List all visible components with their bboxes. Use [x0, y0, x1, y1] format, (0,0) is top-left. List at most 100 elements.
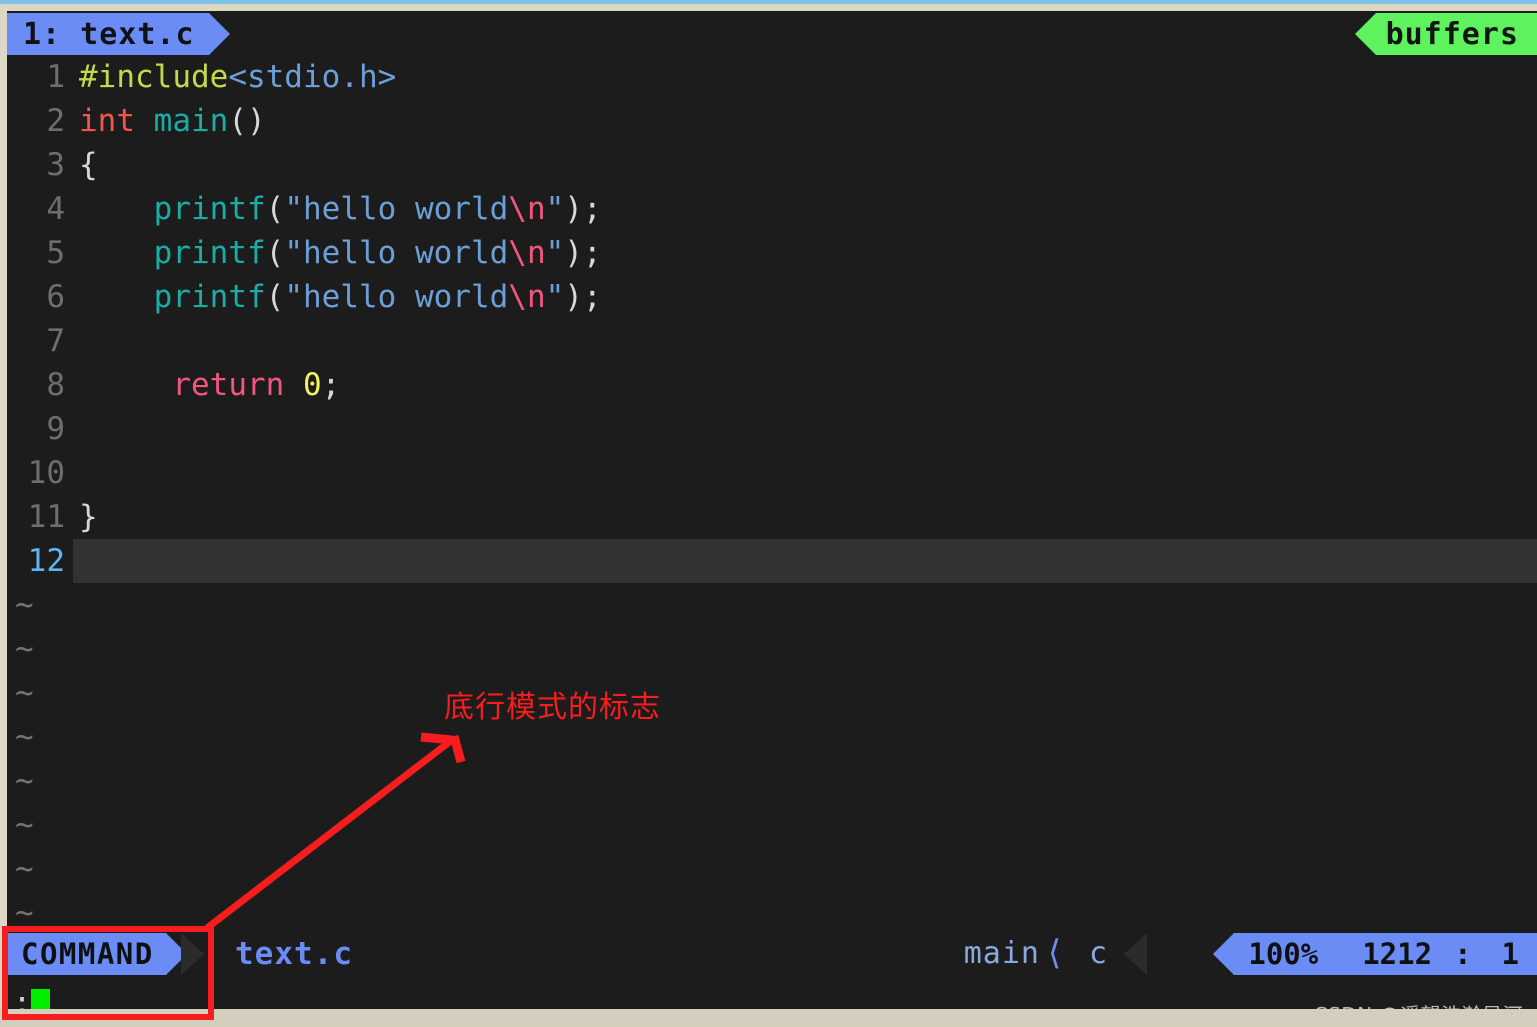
status-line-number: 1212: [1362, 937, 1433, 971]
status-percent: 100%: [1248, 937, 1319, 971]
code-line[interactable]: 3{: [7, 143, 1537, 187]
code-line[interactable]: 2 int main(): [7, 99, 1537, 143]
code-token: );: [564, 235, 602, 271]
window-bottom-frame: [0, 1009, 1537, 1027]
tabline: 1: text.c buffers: [7, 11, 1537, 55]
code-token: main: [153, 103, 229, 139]
screenshot-root: 1: text.c buffers 1 #include<stdio.h> 2 int…: [0, 0, 1537, 1027]
code-token: (: [265, 279, 285, 315]
vim-window: 1: text.c buffers 1 #include<stdio.h> 2 int…: [7, 11, 1537, 1009]
code-token: (: [265, 235, 285, 271]
code-line[interactable]: 8 return 0;: [7, 363, 1537, 407]
tab-buffers[interactable]: buffers: [1354, 13, 1537, 55]
code-line-text: }: [73, 495, 98, 539]
tab-buffers-label: buffers: [1385, 16, 1519, 52]
code-line[interactable]: 12: [7, 539, 1537, 583]
code-line-text: printf("hello world\n");: [73, 275, 602, 319]
code-line[interactable]: 1 #include<stdio.h>: [7, 55, 1537, 99]
command-line-cursor: [31, 989, 50, 1009]
line-number: 10: [27, 455, 65, 491]
command-prompt-colon: :: [13, 986, 32, 1009]
code-token: ": [545, 235, 565, 271]
line-number: 7: [46, 323, 65, 359]
code-token: printf: [153, 279, 266, 315]
code-token: printf: [153, 191, 266, 227]
code-editor-area[interactable]: 1 #include<stdio.h> 2 int main() 3{4 printf(…: [7, 55, 1537, 931]
code-line-text: {: [73, 143, 98, 187]
line-number: 5: [46, 235, 65, 271]
status-function-name: main: [963, 936, 1040, 971]
code-line[interactable]: 11}: [7, 495, 1537, 539]
code-token: "hello world: [284, 235, 509, 271]
code-token: <stdio.h>: [228, 59, 397, 95]
watermark-text: CSDN @遥望浩瀚星河: [1314, 999, 1523, 1009]
line-number: 9: [46, 411, 65, 447]
code-token: {: [79, 147, 98, 183]
line-number: 8: [46, 367, 65, 403]
window-top-frame: [0, 4, 1537, 11]
status-line: COMMAND text.c main ⟨ c 100% 1212 : 1: [7, 929, 1537, 977]
code-line[interactable]: 5 printf("hello world\n");: [7, 231, 1537, 275]
code-token: #include: [79, 59, 229, 95]
line-number: 11: [27, 499, 65, 535]
line-number: 1: [46, 59, 65, 95]
code-line[interactable]: 9: [7, 407, 1537, 451]
code-line[interactable]: 4 printf("hello world\n");: [7, 187, 1537, 231]
code-token: }: [79, 499, 98, 535]
code-line[interactable]: 10: [7, 451, 1537, 495]
status-filetype: c: [1088, 936, 1107, 971]
code-token: int: [79, 103, 154, 139]
code-token: (: [265, 191, 285, 227]
line-number: 3: [46, 147, 65, 183]
code-token: \n: [508, 191, 546, 227]
empty-line-marker: ~: [15, 631, 34, 667]
status-position-colon: :: [1454, 937, 1472, 971]
empty-line-marker: ~: [15, 851, 34, 887]
code-token: );: [564, 191, 602, 227]
code-line-text: #include<stdio.h>: [73, 55, 396, 99]
empty-line-marker: ~: [15, 763, 34, 799]
code-token: 0: [302, 367, 322, 403]
position-separator-chevron-icon: [1124, 933, 1147, 975]
mode-badge-label: COMMAND: [21, 937, 154, 971]
code-token: "hello world: [284, 279, 509, 315]
mode-separator-chevron-icon: [181, 933, 204, 975]
code-token: ;: [321, 367, 341, 403]
mode-badge: COMMAND: [7, 933, 187, 975]
code-token: (): [228, 103, 266, 139]
code-line[interactable]: 7: [7, 319, 1537, 363]
code-line[interactable]: 6 printf("hello world\n");: [7, 275, 1537, 319]
code-token: \n: [508, 235, 546, 271]
code-token: printf: [153, 235, 266, 271]
code-line-text: printf("hello world\n");: [73, 231, 602, 275]
line-number: 4: [46, 191, 65, 227]
line-number: 2: [46, 103, 65, 139]
status-filename: text.c: [235, 936, 353, 972]
empty-line-marker: ~: [15, 675, 34, 711]
code-line-text: printf("hello world\n");: [73, 187, 602, 231]
code-token: return: [172, 367, 303, 403]
empty-line-marker: ~: [15, 587, 34, 623]
chevron-left-icon: ⟨: [1044, 933, 1065, 973]
tab-active-file[interactable]: 1: text.c: [7, 13, 230, 55]
code-token: "hello world: [284, 191, 509, 227]
empty-line-marker: ~: [15, 719, 34, 755]
code-token: );: [564, 279, 602, 315]
code-token: ": [545, 279, 565, 315]
annotation-label: 底行模式的标志: [444, 690, 661, 725]
position-badge: 100% 1212 : 1: [1213, 933, 1537, 975]
line-number: 6: [46, 279, 65, 315]
empty-line-marker: ~: [15, 807, 34, 843]
code-line-text: return 0;: [73, 363, 340, 407]
command-line[interactable]: :: [7, 985, 1537, 1009]
tab-active-file-label: 1: text.c: [23, 16, 195, 52]
code-token: ": [545, 191, 565, 227]
code-line-text: int main(): [73, 99, 266, 143]
status-column-number: 1: [1501, 937, 1519, 971]
line-number: 12: [7, 539, 73, 583]
code-token: \n: [508, 279, 546, 315]
